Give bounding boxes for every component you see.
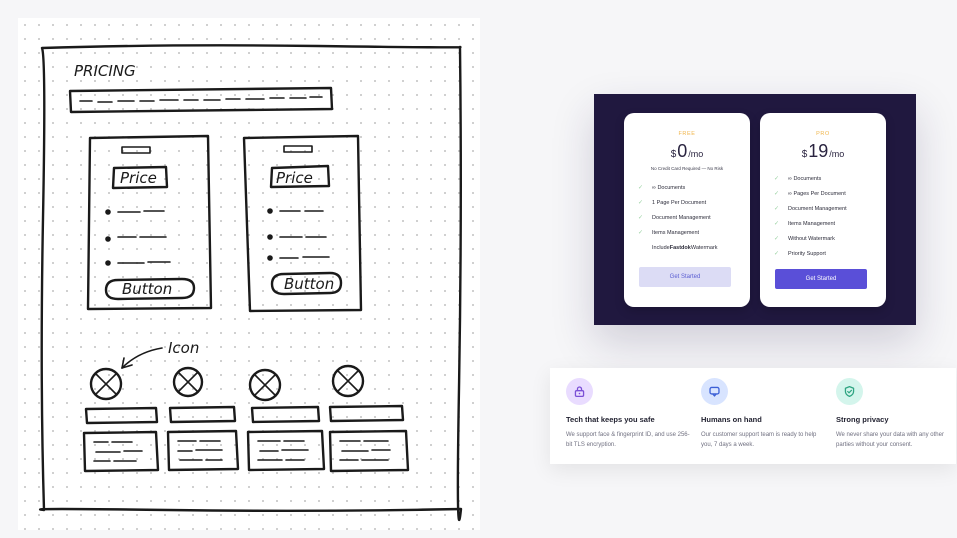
sketch-icon-placeholders: [89, 364, 365, 402]
check-icon: ✓: [638, 215, 644, 221]
plan-feature: ✓ Document Management: [774, 202, 886, 217]
wireframe-sketch: PRICING Price Button Price Button Icon: [18, 18, 480, 530]
plan-feature-list: ✓ ∞ Documents ✓ ∞ Pages Per Document ✓ Docu…: [774, 172, 886, 262]
benefits-strip: Tech that keeps you safe We support face…: [550, 368, 956, 464]
plan-feature: ✓ Priority Support: [774, 247, 886, 262]
benefit-description: We support face & fingerprint ID, and us…: [566, 432, 690, 448]
plan-card-free: FREE $ 0 /mo No Credit Card Required — N…: [624, 113, 750, 307]
sketch-card-1-button: Button: [122, 280, 172, 298]
plan-feature: ✓ Without Watermark: [774, 232, 886, 247]
plan-feature-list: ✓ ∞ Documents ✓ 1 Page Per Document ✓ Docum…: [638, 181, 750, 256]
check-icon: ✓: [638, 230, 644, 236]
chat-icon: [701, 378, 728, 405]
sketch-card-2-price: Price: [276, 169, 313, 187]
price-period: /mo: [829, 149, 845, 159]
plan-feature: ✓ ∞ Pages Per Document: [774, 187, 886, 202]
plan-tier-label: PRO: [816, 131, 830, 137]
plan-feature: ✓ Items Management: [638, 226, 750, 241]
get-started-button-pro[interactable]: Get Started: [775, 269, 867, 289]
plan-price: $ 0 /mo: [624, 142, 750, 160]
price-currency: $: [670, 149, 677, 160]
check-icon: ✓: [774, 176, 780, 182]
price-amount: 19: [808, 141, 829, 161]
plan-tier-label: FREE: [678, 131, 696, 137]
benefit-title: Tech that keeps you safe: [566, 415, 655, 424]
plan-feature: ✓ 1 Page Per Document: [638, 196, 750, 211]
plan-price: $ 19 /mo: [760, 142, 886, 160]
check-icon: ✓: [774, 221, 780, 227]
check-icon: ✓: [638, 200, 644, 206]
plan-feature: ✓ ∞ Documents: [638, 181, 750, 196]
check-icon: ✓: [774, 191, 780, 197]
sketch-annotation: Icon: [168, 339, 199, 357]
get-started-button-free[interactable]: Get Started: [639, 267, 731, 287]
check-icon: ✓: [638, 185, 644, 191]
plan-feature: ✓ Items Management: [774, 217, 886, 232]
check-icon: ✓: [774, 251, 780, 257]
plan-feature: Include Fastdok Watermark: [652, 245, 718, 251]
benefit-description: Our customer support team is ready to he…: [701, 432, 817, 448]
price-currency: $: [801, 149, 808, 160]
check-icon: ✓: [774, 206, 780, 212]
check-icon: ✓: [774, 236, 780, 242]
price-amount: 0: [677, 141, 688, 161]
plan-card-pro: PRO $ 19 /mo ✓ ∞ Documents ✓ ∞ Pages Per D…: [760, 113, 886, 307]
lock-icon: [566, 378, 593, 405]
sketch-card-1-price: Price: [120, 169, 157, 187]
benefit-title: Strong privacy: [836, 415, 889, 424]
plan-feature: ✓ Document Management: [638, 211, 750, 226]
plan-note: No Credit Card Required — No Risk: [650, 166, 724, 171]
sketch-title: PRICING: [74, 62, 136, 80]
benefit-description: We never share your data with any other …: [836, 432, 944, 448]
price-period: /mo: [688, 149, 704, 159]
shield-icon: [836, 378, 863, 405]
sketch-drawing: PRICING Price Button Price Button Icon: [38, 44, 463, 522]
plan-feature: ✓ ∞ Documents: [774, 172, 886, 187]
sketch-card-2-button: Button: [284, 275, 334, 293]
benefit-title: Humans on hand: [701, 415, 762, 424]
